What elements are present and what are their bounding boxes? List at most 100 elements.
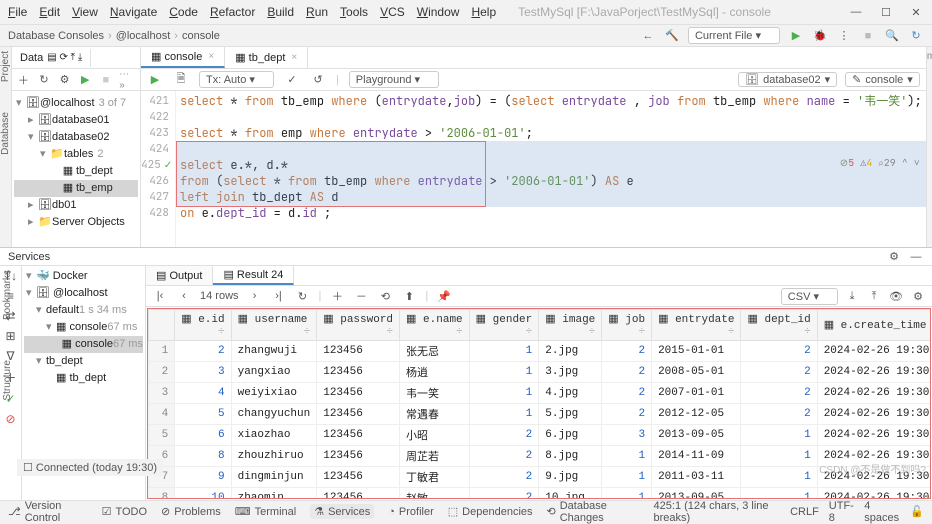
close-icon[interactable]: ✕ bbox=[908, 4, 924, 20]
svc-node[interactable]: ▦ console 67 ms bbox=[24, 336, 143, 353]
debug-icon[interactable]: 🐞 bbox=[812, 28, 828, 44]
bookmarks-tool[interactable]: Bookmarks bbox=[2, 270, 13, 320]
export-icon[interactable]: ⤓ bbox=[844, 288, 860, 304]
menu-build[interactable]: Build bbox=[267, 5, 294, 19]
status-services[interactable]: ⚗ Services bbox=[310, 504, 374, 519]
pin-icon[interactable]: 📌 bbox=[436, 288, 452, 304]
status-problems[interactable]: ⊘ Problems bbox=[161, 505, 221, 518]
table-row[interactable]: 810zhaomin123456赵敏210.jpg12013-09-051202… bbox=[149, 488, 932, 500]
tree-node[interactable]: ▦tb_dept bbox=[14, 163, 138, 180]
execute-icon[interactable] bbox=[147, 72, 163, 88]
output-tab[interactable]: ▤ Output bbox=[146, 266, 213, 285]
run-query-icon[interactable] bbox=[78, 72, 93, 88]
refresh-icon[interactable]: ↻ bbox=[37, 72, 52, 88]
code-editor[interactable]: select * from tb_emp where (entrydate,jo… bbox=[176, 91, 926, 247]
table-row[interactable]: 45changyuchun123456常遇春15.jpg22012-12-052… bbox=[149, 404, 932, 425]
table-row[interactable]: 12zhangwuji123456张无忌12.jpg22015-01-01220… bbox=[149, 341, 932, 362]
inspection-hints[interactable]: ⊘5 ⚠4 ⌕29 ^ ˅ bbox=[840, 155, 920, 171]
project-tool[interactable]: Project bbox=[0, 51, 11, 82]
table-row[interactable]: 79dingminjun123456丁敏君29.jpg12011-03-1112… bbox=[149, 467, 932, 488]
status-deps[interactable]: ⬚ Dependencies bbox=[448, 505, 533, 518]
tree-node[interactable]: ▦tb_emp bbox=[14, 180, 138, 197]
svc-node[interactable]: ▾🗄 @localhost bbox=[24, 285, 143, 302]
menu-tools[interactable]: Tools bbox=[340, 5, 368, 19]
services-hide-icon[interactable]: — bbox=[908, 249, 924, 265]
svc-node[interactable]: ▾ tb_dept bbox=[24, 353, 143, 370]
cancel-icon[interactable]: ⊘ bbox=[5, 412, 15, 426]
editor-tab[interactable]: ▦ tb_dept× bbox=[225, 47, 308, 68]
indent[interactable]: 4 spaces bbox=[864, 500, 900, 524]
status-dbchanges[interactable]: ⟲ Database Changes bbox=[547, 500, 640, 524]
output-tab[interactable]: ▤ Result 24 bbox=[213, 266, 294, 285]
status-vc[interactable]: ⎇ Version Control bbox=[8, 500, 88, 524]
add-row-icon[interactable]: ＋ bbox=[329, 288, 345, 304]
encoding[interactable]: UTF-8 bbox=[829, 500, 855, 524]
rollback-icon[interactable]: ↺ bbox=[310, 72, 326, 88]
menu-window[interactable]: Window bbox=[417, 5, 460, 19]
col-header[interactable]: ▦ e.create_time÷ bbox=[817, 310, 931, 341]
schema-chip[interactable]: 🗄 database02 ▾ bbox=[738, 72, 837, 87]
tree-node[interactable]: ▾📁tables2 bbox=[14, 146, 138, 163]
import-icon[interactable]: ⤒ bbox=[866, 288, 882, 304]
status-terminal[interactable]: ⌨ Terminal bbox=[235, 505, 296, 518]
add-icon[interactable]: ＋ bbox=[16, 72, 31, 88]
remove-row-icon[interactable]: － bbox=[353, 288, 369, 304]
col-header[interactable]: ▦ username÷ bbox=[231, 310, 317, 341]
stop-query-icon[interactable]: ■ bbox=[99, 72, 114, 88]
run-config-dropdown[interactable]: Current File ▾ bbox=[688, 27, 780, 44]
menu-file[interactable]: File bbox=[8, 5, 27, 19]
table-row[interactable]: 56xiaozhao123456小昭26.jpg32013-09-0512024… bbox=[149, 425, 932, 446]
svc-node[interactable]: ▦ tb_dept bbox=[24, 370, 143, 387]
table-row[interactable]: 68zhouzhiruo123456周芷若28.jpg12014-11-0912… bbox=[149, 446, 932, 467]
tree-node[interactable]: ▾🗄database02 bbox=[14, 129, 138, 146]
maximize-icon[interactable]: ☐ bbox=[878, 4, 894, 20]
col-header[interactable]: ▦ password÷ bbox=[317, 310, 400, 341]
readonly-icon[interactable]: 🔓 bbox=[910, 505, 924, 518]
menu-vcs[interactable]: VCS bbox=[380, 5, 405, 19]
col-header[interactable]: ▦ gender÷ bbox=[469, 310, 539, 341]
editor-tab[interactable]: ▦ console× bbox=[141, 47, 225, 68]
view-icon[interactable]: 👁 bbox=[888, 288, 904, 304]
menu-refactor[interactable]: Refactor bbox=[210, 5, 255, 19]
result-grid[interactable]: ▦ e.id÷▦ username÷▦ password÷▦ e.name÷▦ … bbox=[147, 308, 931, 499]
tx-mode-dropdown[interactable]: Tx: Auto ▾ bbox=[199, 71, 274, 88]
col-header[interactable]: ▦ dept_id÷ bbox=[741, 310, 817, 341]
table-row[interactable]: 23yangxiao123456杨逍13.jpg22008-05-0122024… bbox=[149, 362, 932, 383]
execute-plan-icon[interactable]: 🗎 bbox=[173, 72, 189, 88]
playground-dropdown[interactable]: Playground ▾ bbox=[349, 71, 439, 88]
status-todo[interactable]: ☑ TODO bbox=[102, 505, 147, 518]
structure-tool[interactable]: Structure bbox=[2, 360, 13, 401]
group-icon[interactable]: ⊞ bbox=[5, 329, 15, 343]
col-header[interactable]: ▦ entrydate÷ bbox=[652, 310, 741, 341]
menu-run[interactable]: Run bbox=[306, 5, 328, 19]
crumb-0[interactable]: Database Consoles bbox=[8, 30, 104, 42]
search-icon[interactable]: 🔍 bbox=[884, 28, 900, 44]
tree-node[interactable]: ▸🗄db01 bbox=[14, 197, 138, 214]
menu-help[interactable]: Help bbox=[471, 5, 496, 19]
col-header[interactable]: ▦ e.name÷ bbox=[400, 310, 470, 341]
table-row[interactable]: 34weiyixiao123456韦一笑14.jpg22007-01-01220… bbox=[149, 383, 932, 404]
status-profiler[interactable]: ◔ Profiler bbox=[388, 506, 434, 518]
close-tab-icon[interactable]: × bbox=[208, 51, 214, 62]
crumb-1[interactable]: @localhost bbox=[116, 30, 171, 42]
submit-icon[interactable]: ⬆ bbox=[401, 288, 417, 304]
crumb-2[interactable]: console bbox=[182, 30, 220, 42]
svc-node[interactable]: ▾ default 1 s 34 ms bbox=[24, 302, 143, 319]
prev-page-icon[interactable]: ‹ bbox=[176, 288, 192, 304]
sync-icon[interactable]: ↻ bbox=[908, 28, 924, 44]
close-tab-icon[interactable]: × bbox=[291, 52, 297, 63]
commit-icon[interactable]: ✓ bbox=[284, 72, 300, 88]
menu-navigate[interactable]: Navigate bbox=[110, 5, 157, 19]
menu-edit[interactable]: Edit bbox=[39, 5, 60, 19]
db-tool-tab[interactable]: Data ▤ ⟳ ⤒ ⤓ bbox=[12, 49, 91, 67]
svc-node[interactable]: ▾🐳 Docker bbox=[24, 268, 143, 285]
line-sep[interactable]: CRLF bbox=[790, 506, 819, 518]
next-page-icon[interactable]: › bbox=[247, 288, 263, 304]
menu-code[interactable]: Code bbox=[169, 5, 198, 19]
col-header[interactable]: ▦ e.id÷ bbox=[175, 310, 231, 341]
svc-node[interactable]: ▾▦ console 67 ms bbox=[24, 319, 143, 336]
menu-view[interactable]: View bbox=[72, 5, 98, 19]
build-icon[interactable]: 🔨 bbox=[664, 28, 680, 44]
last-page-icon[interactable]: ›| bbox=[271, 288, 287, 304]
services-settings-icon[interactable]: ⚙ bbox=[886, 249, 902, 265]
